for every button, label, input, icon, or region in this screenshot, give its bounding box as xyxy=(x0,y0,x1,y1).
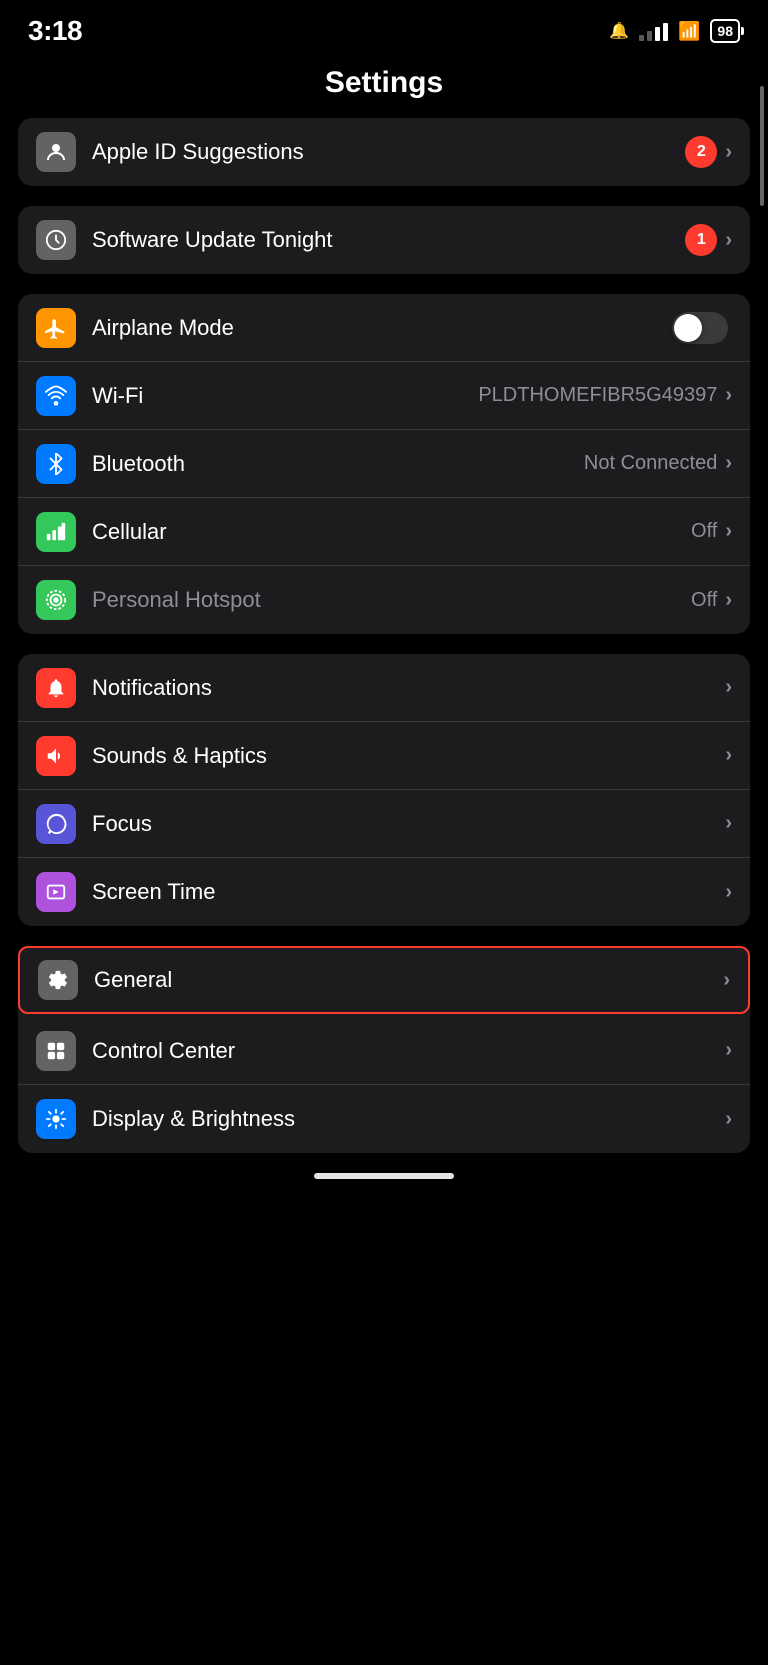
cellular-value: Off xyxy=(691,520,717,543)
bluetooth-chevron: › xyxy=(725,452,732,475)
row-personal-hotspot[interactable]: Personal Hotspot Off › xyxy=(18,566,750,634)
battery-indicator: 98 xyxy=(710,19,740,43)
row-display-brightness[interactable]: Display & Brightness › xyxy=(18,1085,750,1153)
cellular-icon xyxy=(36,512,76,552)
cellular-chevron: › xyxy=(725,520,732,543)
airplane-mode-icon xyxy=(36,308,76,348)
row-general[interactable]: General › xyxy=(18,946,750,1014)
row-wifi[interactable]: Wi-Fi PLDTHOMEFIBR5G49397 › xyxy=(18,362,750,430)
screen-time-icon xyxy=(36,872,76,912)
signal-bar-1 xyxy=(639,35,644,41)
scroll-thumb xyxy=(760,86,764,206)
group-notifications: Notifications › Sounds & Haptics › Focus… xyxy=(18,654,750,926)
bluetooth-value: Not Connected xyxy=(584,452,717,475)
focus-label: Focus xyxy=(92,811,725,837)
row-cellular[interactable]: Cellular Off › xyxy=(18,498,750,566)
row-bluetooth[interactable]: Bluetooth Not Connected › xyxy=(18,430,750,498)
row-screen-time[interactable]: Screen Time › xyxy=(18,858,750,926)
bluetooth-icon xyxy=(36,444,76,484)
sounds-haptics-icon xyxy=(36,736,76,776)
status-bar: 3:18 🔔 📶 98 xyxy=(0,0,768,56)
personal-hotspot-chevron: › xyxy=(725,589,732,612)
settings-page: 3:18 🔔 📶 98 Settings Apple xyxy=(0,0,768,1179)
software-update-chevron: › xyxy=(725,229,732,252)
scroll-track xyxy=(759,56,764,1179)
notification-icon: 🔔 xyxy=(609,21,629,41)
row-software-update[interactable]: Software Update Tonight 1 › xyxy=(18,206,750,274)
wifi-settings-icon xyxy=(36,376,76,416)
apple-id-chevron: › xyxy=(725,141,732,164)
display-brightness-chevron: › xyxy=(725,1108,732,1131)
general-chevron: › xyxy=(723,969,730,992)
software-update-badge: 1 xyxy=(685,224,717,256)
group-connectivity: Airplane Mode Wi-Fi PLDTHOMEFIBR5G49397 … xyxy=(18,294,750,634)
sounds-haptics-label: Sounds & Haptics xyxy=(92,743,725,769)
apple-id-badge: 2 xyxy=(685,136,717,168)
row-sounds-haptics[interactable]: Sounds & Haptics › xyxy=(18,722,750,790)
personal-hotspot-value: Off xyxy=(691,589,717,612)
signal-bar-4 xyxy=(663,23,668,41)
group-software-update: Software Update Tonight 1 › xyxy=(18,206,750,274)
focus-chevron: › xyxy=(725,812,732,835)
control-center-icon xyxy=(36,1031,76,1071)
signal-bar-3 xyxy=(655,27,660,41)
wifi-value: PLDTHOMEFIBR5G49397 xyxy=(478,384,717,407)
signal-bars xyxy=(639,21,668,41)
software-update-label: Software Update Tonight xyxy=(92,227,685,253)
sounds-haptics-chevron: › xyxy=(725,744,732,767)
airplane-mode-toggle[interactable] xyxy=(672,312,728,344)
display-brightness-icon xyxy=(36,1099,76,1139)
row-control-center[interactable]: Control Center › xyxy=(18,1017,750,1085)
status-right: 🔔 📶 98 xyxy=(609,19,740,43)
software-update-icon xyxy=(36,220,76,260)
bluetooth-label: Bluetooth xyxy=(92,451,584,477)
personal-hotspot-icon xyxy=(36,580,76,620)
display-brightness-label: Display & Brightness xyxy=(92,1106,725,1132)
home-indicator[interactable] xyxy=(314,1173,454,1179)
toggle-knob xyxy=(674,314,702,342)
notifications-icon xyxy=(36,668,76,708)
focus-icon xyxy=(36,804,76,844)
screen-time-chevron: › xyxy=(725,881,732,904)
apple-id-icon xyxy=(36,132,76,172)
cellular-label: Cellular xyxy=(92,519,691,545)
wifi-label: Wi-Fi xyxy=(92,383,478,409)
group-suggestions: Apple ID Suggestions 2 › xyxy=(18,118,750,186)
battery-percent: 98 xyxy=(717,23,733,39)
personal-hotspot-label: Personal Hotspot xyxy=(92,587,691,613)
control-center-chevron: › xyxy=(725,1039,732,1062)
row-airplane-mode[interactable]: Airplane Mode xyxy=(18,294,750,362)
wifi-icon: 📶 xyxy=(678,21,700,42)
notifications-chevron: › xyxy=(725,676,732,699)
group-general: General › Control Center › Display & Bri… xyxy=(18,946,750,1153)
row-focus[interactable]: Focus › xyxy=(18,790,750,858)
airplane-mode-label: Airplane Mode xyxy=(92,315,672,341)
general-icon xyxy=(38,960,78,1000)
row-notifications[interactable]: Notifications › xyxy=(18,654,750,722)
signal-bar-2 xyxy=(647,31,652,41)
page-title: Settings xyxy=(0,56,768,118)
apple-id-suggestions-label: Apple ID Suggestions xyxy=(92,139,685,165)
status-time: 3:18 xyxy=(28,15,82,47)
screen-time-label: Screen Time xyxy=(92,879,725,905)
general-label: General xyxy=(94,967,723,993)
control-center-label: Control Center xyxy=(92,1038,725,1064)
wifi-chevron: › xyxy=(725,384,732,407)
notifications-label: Notifications xyxy=(92,675,725,701)
row-apple-id-suggestions[interactable]: Apple ID Suggestions 2 › xyxy=(18,118,750,186)
